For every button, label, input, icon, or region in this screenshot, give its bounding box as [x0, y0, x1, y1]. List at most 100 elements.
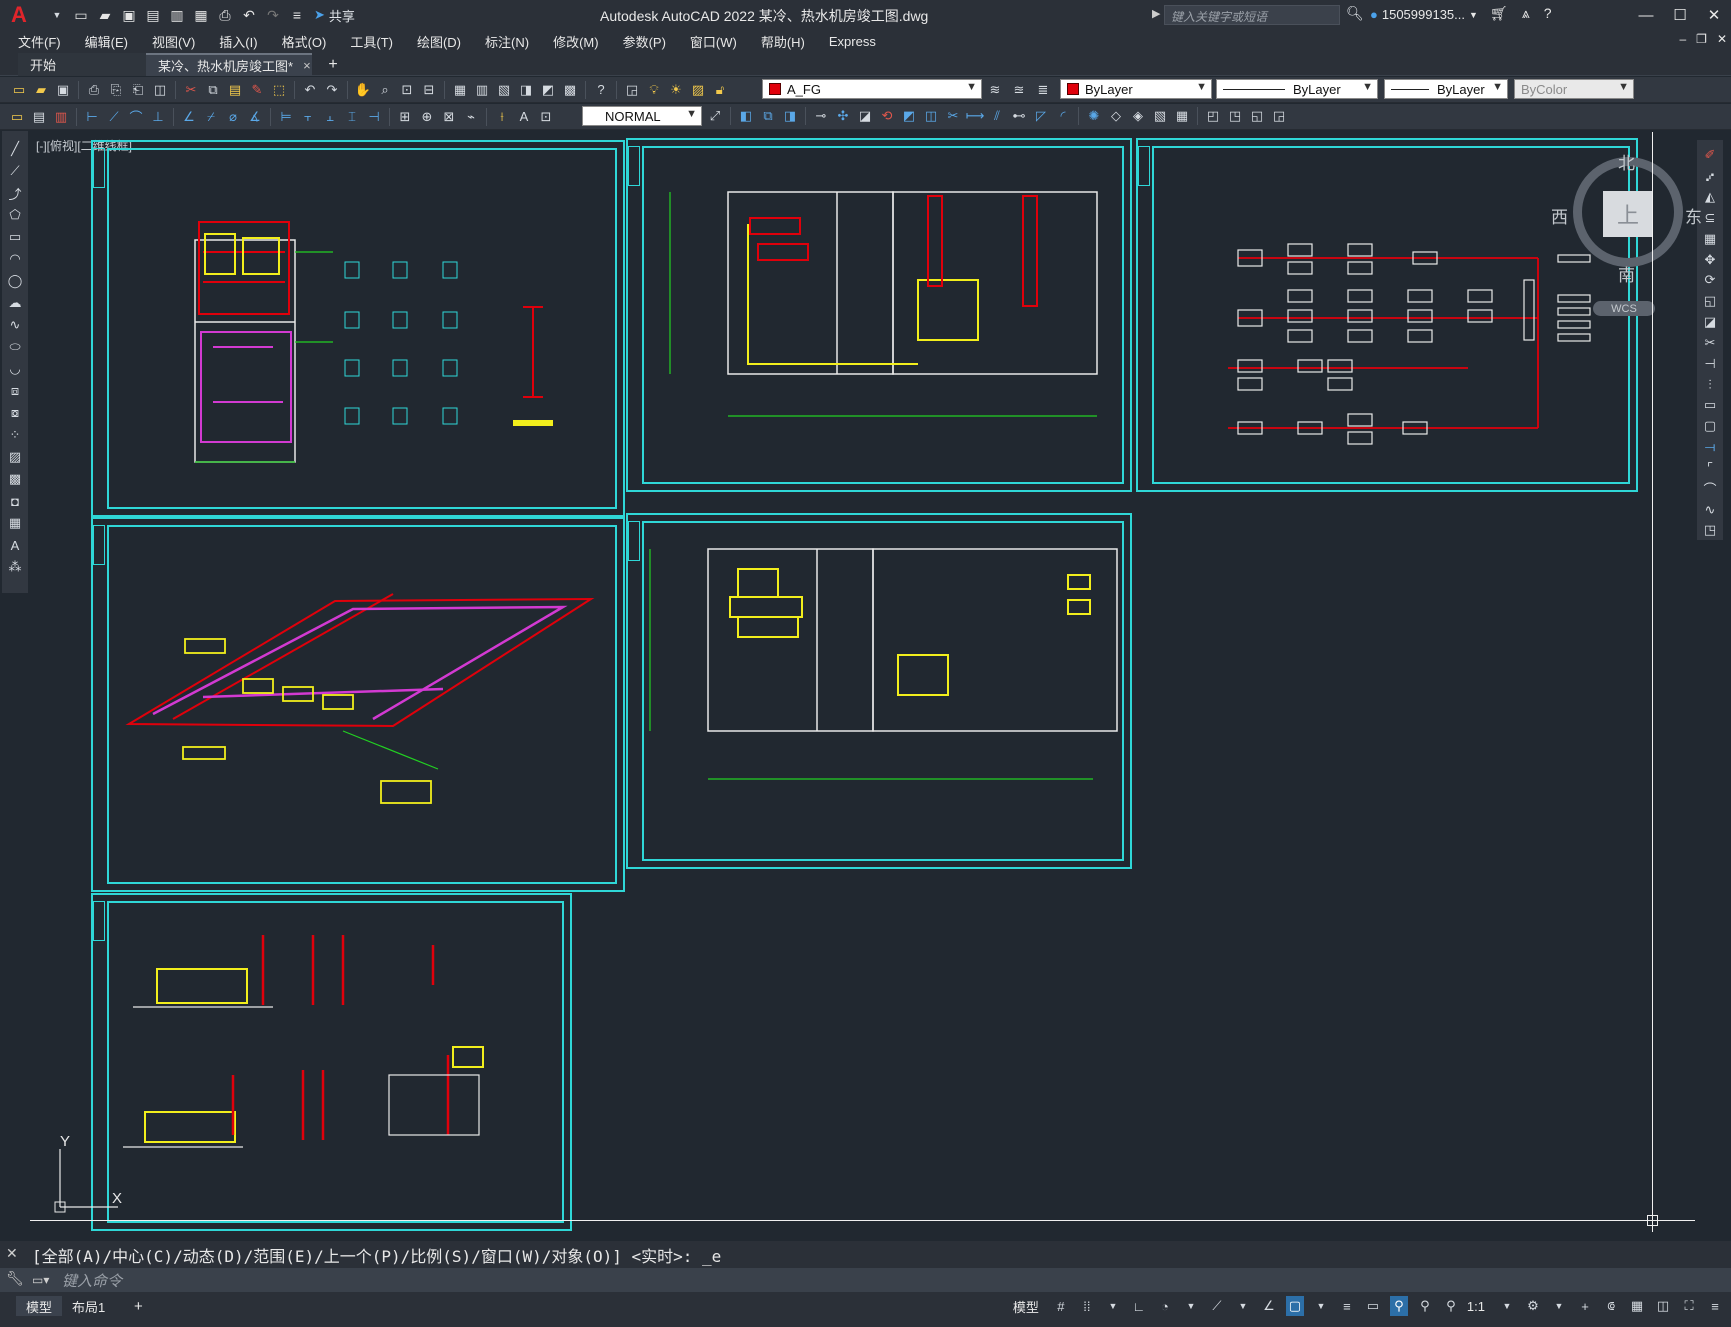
arc-length-icon[interactable]: ⌒	[126, 107, 146, 127]
compass-east[interactable]: 东	[1685, 203, 1702, 228]
redo-icon[interactable]: ↷	[322, 80, 342, 100]
block-editor-icon[interactable]: ⬚	[269, 80, 289, 100]
diameter-dim-icon[interactable]: ⌀	[223, 107, 243, 127]
fillet-icon[interactable]: ◜	[1053, 106, 1073, 126]
object-snap-icon[interactable]: ▢	[1285, 1296, 1304, 1316]
mtext-icon[interactable]: A	[5, 535, 25, 555]
customization-menu-icon[interactable]: ≡	[1706, 1296, 1724, 1316]
quick-properties-icon[interactable]: ▦	[1628, 1296, 1646, 1316]
make-current-layer-icon[interactable]: ≋	[985, 80, 1005, 100]
edit-spline-icon[interactable]: ◈	[1128, 106, 1148, 126]
ellipse-icon[interactable]: ⬭	[5, 337, 25, 357]
minimize-icon[interactable]: —	[1629, 4, 1663, 26]
edit-array-icon[interactable]: ▦	[1172, 106, 1192, 126]
new-file-icon[interactable]: ▭	[70, 4, 92, 26]
insert-block-icon[interactable]: ⧈	[5, 381, 25, 401]
dropdown-arrow-icon[interactable]: ▼	[47, 5, 67, 25]
baseline-dim-icon[interactable]: ⫟	[298, 107, 318, 127]
plot-icon[interactable]: ⎙	[84, 80, 104, 100]
fillet-icon[interactable]: ⌜	[1700, 458, 1720, 477]
annotation-visibility-icon[interactable]: ⚲	[1389, 1296, 1408, 1316]
draw-order-front-icon[interactable]: ◰	[1203, 106, 1223, 126]
menu-insert[interactable]: 插入(I)	[219, 32, 257, 51]
pan-icon[interactable]: ✋	[353, 80, 373, 100]
help-icon[interactable]: ?	[591, 80, 611, 100]
layer-on-icon[interactable]: 💡︎	[644, 80, 664, 100]
chamfer-icon[interactable]: ⟞	[1700, 438, 1720, 457]
plot-icon[interactable]: ⎙	[214, 4, 236, 26]
copy-icon[interactable]: ⧉	[203, 80, 223, 100]
quick-dim-icon[interactable]: ▭	[7, 107, 27, 127]
draw-order-back-icon[interactable]: ◳	[1225, 106, 1245, 126]
autodesk-app-icon[interactable]: ⩓	[1522, 5, 1530, 22]
tab-document[interactable]: 某冷、热水机房竣工图* ×	[146, 53, 312, 76]
array-icon[interactable]: ▦	[1700, 229, 1720, 248]
edit-hatch-icon[interactable]: ▧	[1150, 106, 1170, 126]
rectangle-icon[interactable]: ▭	[5, 227, 25, 247]
chevron-down-icon[interactable]: ▼	[1234, 1296, 1252, 1316]
dim-override-icon[interactable]: ⊡	[536, 107, 556, 127]
object-snap-tracking-icon[interactable]: ∠	[1260, 1296, 1278, 1316]
chevron-down-icon[interactable]: ▼	[1312, 1296, 1330, 1316]
3dprint-icon[interactable]: ◫	[150, 80, 170, 100]
close-tab-icon[interactable]: ×	[303, 58, 311, 73]
menu-view[interactable]: 视图(V)	[152, 32, 195, 51]
move-icon[interactable]: ✥	[1700, 250, 1720, 269]
radius-dim-icon[interactable]: ∠	[179, 107, 199, 127]
layer-freeze-icon[interactable]: ☀	[666, 80, 686, 100]
viewcube-top-face[interactable]: 上	[1603, 191, 1653, 237]
color-dropdown[interactable]: ByLayer ▼	[1060, 79, 1212, 99]
layer-previous-icon[interactable]: ≊	[1009, 80, 1029, 100]
aligned-dim-icon[interactable]: ⟋	[104, 107, 124, 127]
center-mark-icon[interactable]: ⊕	[417, 107, 437, 127]
layer-properties-icon[interactable]: ◲	[622, 80, 642, 100]
angular-dim-icon[interactable]: ∡	[245, 107, 265, 127]
menu-tools[interactable]: 工具(T)	[350, 32, 393, 51]
match-properties-icon[interactable]: ✎	[247, 80, 267, 100]
recent-commands-icon[interactable]: ▭▾	[32, 1273, 58, 1287]
paste-icon[interactable]: ▤	[225, 80, 245, 100]
menu-edit[interactable]: 编辑(E)	[85, 32, 128, 51]
text-style-dropdown[interactable]: NORMAL ▼	[582, 106, 702, 126]
redo-icon[interactable]: ↷	[262, 4, 284, 26]
design-center-icon[interactable]: ▥	[472, 80, 492, 100]
new-tab-button[interactable]: +	[320, 53, 346, 76]
transparency-icon[interactable]: ▭	[1364, 1296, 1382, 1316]
scale-icon[interactable]: ◩	[899, 106, 919, 126]
polar-icon[interactable]: ◔	[1156, 1296, 1174, 1316]
maximize-icon[interactable]: ☐	[1663, 4, 1697, 26]
properties-icon[interactable]: ▦	[450, 80, 470, 100]
gradient-icon[interactable]: ▩	[5, 469, 25, 489]
break-icon[interactable]: ⫽	[987, 106, 1007, 126]
snap-icon[interactable]: ⁞⁞	[1078, 1296, 1096, 1316]
layout1-tab[interactable]: 布局1	[62, 1296, 115, 1316]
menu-format[interactable]: 格式(O)	[282, 32, 327, 51]
chamfer-icon[interactable]: ◸	[1031, 106, 1051, 126]
circle-icon[interactable]: ◯	[5, 271, 25, 291]
join-icon[interactable]: ⊷	[1009, 106, 1029, 126]
isodraft-icon[interactable]: ⟋	[1208, 1296, 1226, 1316]
open-icon[interactable]: ▰	[31, 80, 51, 100]
jogged-linear-icon[interactable]: ⌁	[461, 107, 481, 127]
menu-window[interactable]: 窗口(W)	[690, 32, 737, 51]
array-icon[interactable]: ✣	[833, 106, 853, 126]
cut-icon[interactable]: ✂	[181, 80, 201, 100]
construction-line-icon[interactable]: ⟋	[5, 161, 25, 181]
move-icon[interactable]: ◪	[855, 106, 875, 126]
tab-start[interactable]: 开始	[18, 53, 146, 76]
wcs-menu[interactable]: WCS	[1593, 301, 1655, 316]
zoom-window-icon[interactable]: ⊡	[397, 80, 417, 100]
dim-style-update-icon[interactable]: ⤢	[705, 106, 725, 126]
join-icon[interactable]: ▢	[1700, 417, 1720, 436]
chevron-down-icon[interactable]: ▼	[1182, 1296, 1200, 1316]
ortho-icon[interactable]: ∟	[1130, 1296, 1148, 1316]
qnew-icon[interactable]: ▭	[9, 80, 29, 100]
ordinate-dim-icon[interactable]: ⊥	[148, 107, 168, 127]
workspace-gear-icon[interactable]: ⚙	[1524, 1296, 1542, 1316]
close-command-icon[interactable]: ✕	[6, 1245, 18, 1262]
extend-icon[interactable]: ⟼	[965, 106, 985, 126]
save-icon[interactable]: ▣	[118, 4, 140, 26]
add-selected-icon[interactable]: ⁂	[5, 557, 25, 577]
region-icon[interactable]: ◘	[5, 491, 25, 511]
extend-icon[interactable]: ⊣	[1700, 354, 1720, 373]
